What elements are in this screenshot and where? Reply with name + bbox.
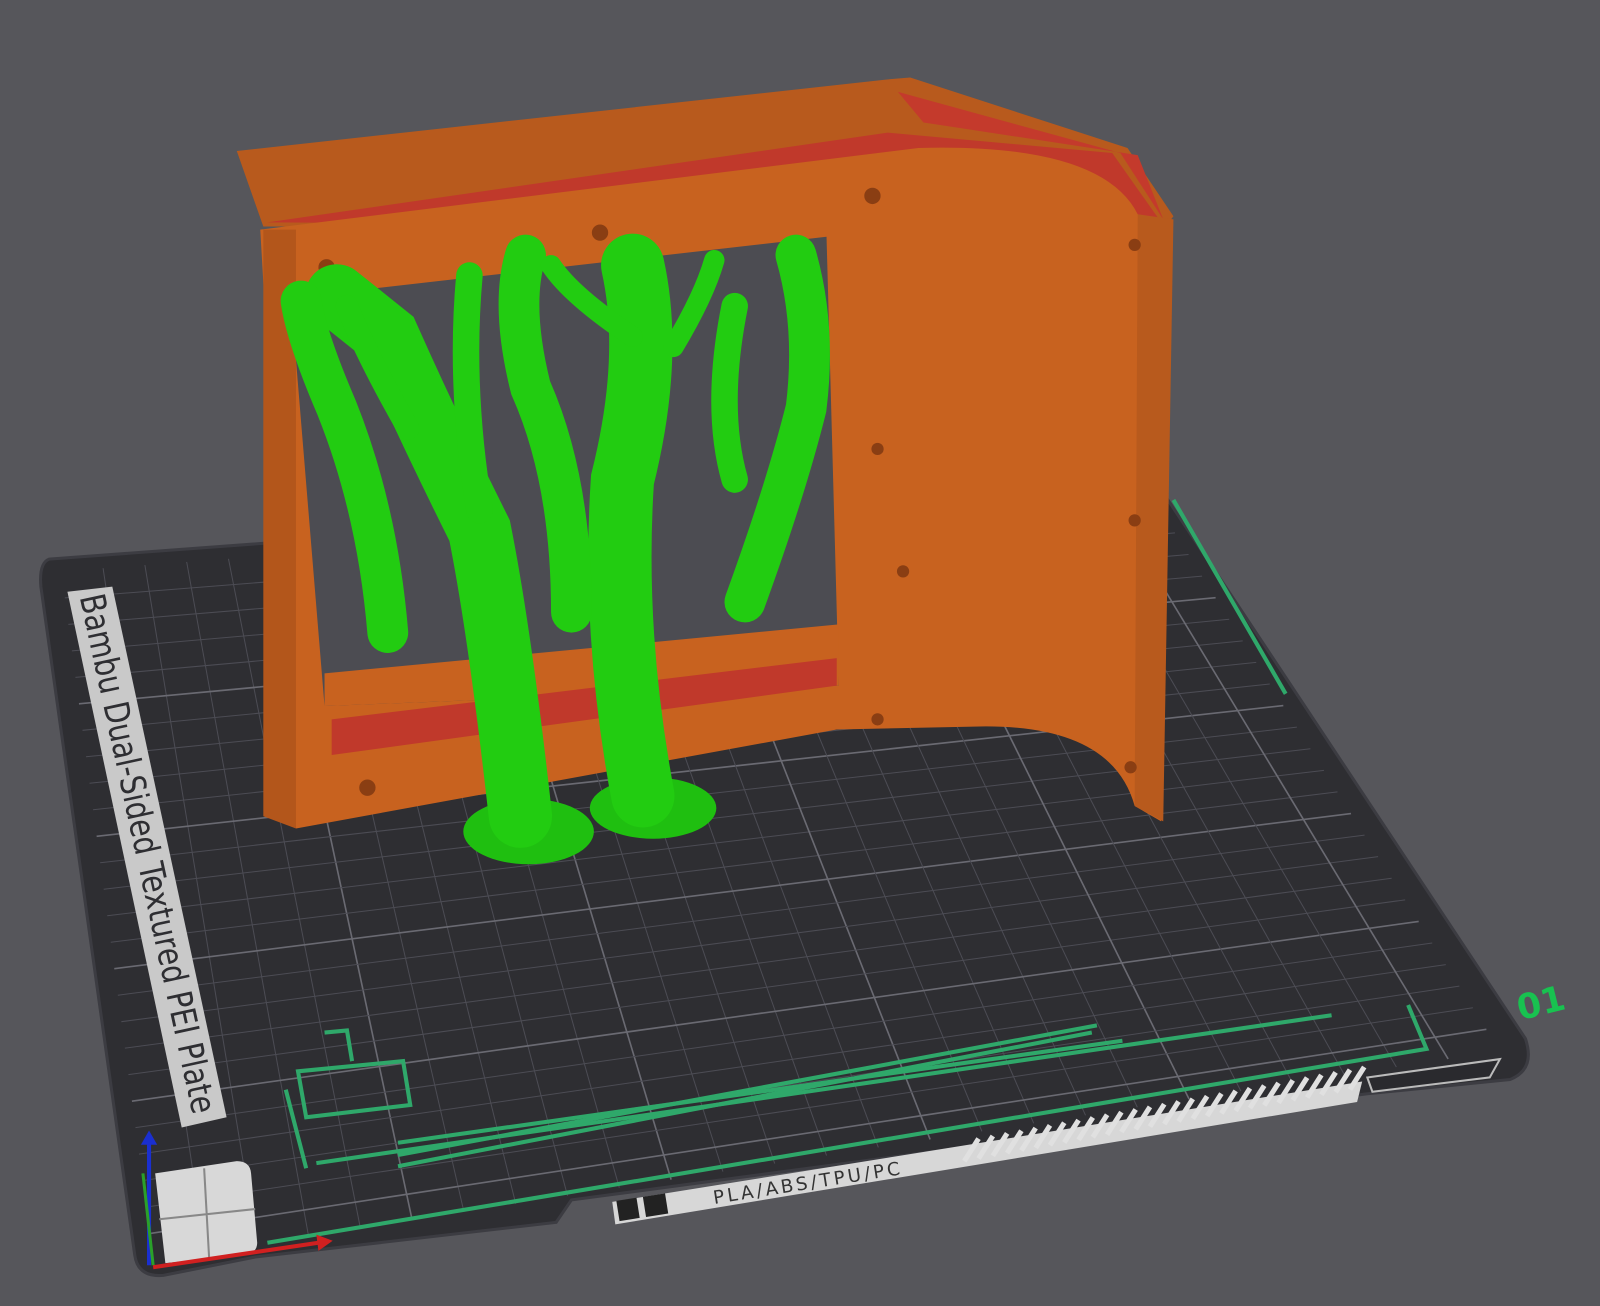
3d-preview-viewport[interactable]: Bambu Dual-Sided Textured PEI Plate 01 P… <box>0 0 1600 1306</box>
scene-canvas[interactable]: Bambu Dual-Sided Textured PEI Plate 01 P… <box>0 0 1600 1306</box>
plate-number: 01 <box>1513 979 1570 1029</box>
printed-model-box <box>236 77 1174 829</box>
